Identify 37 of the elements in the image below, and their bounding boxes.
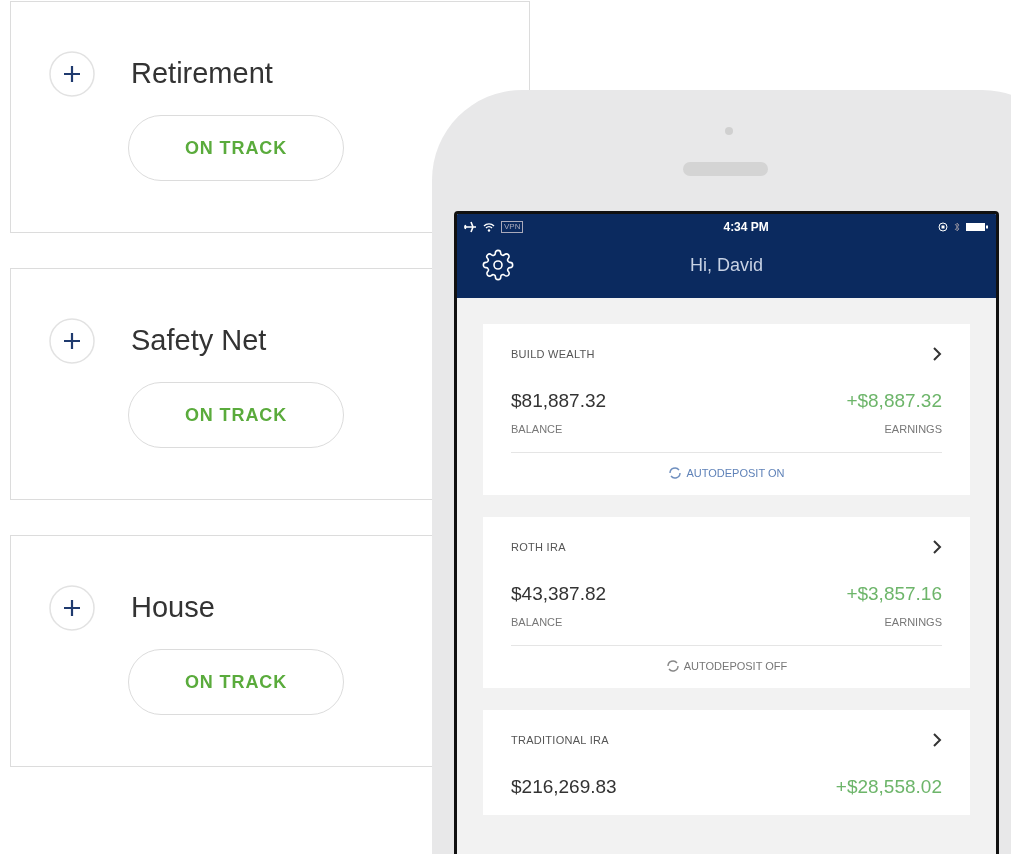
refresh-icon xyxy=(665,658,680,673)
goal-title: Safety Net xyxy=(131,323,267,359)
earnings-label: EARNINGS xyxy=(884,422,942,437)
account-name: ROTH IRA xyxy=(511,540,566,555)
refresh-icon xyxy=(668,465,683,480)
balance-label: BALANCE xyxy=(511,422,563,437)
airplane-icon xyxy=(463,221,477,233)
autodeposit-status: AUTODEPOSIT OFF xyxy=(683,658,788,674)
plus-icon[interactable] xyxy=(49,318,95,364)
balance-amount: $216,269.83 xyxy=(511,774,617,799)
autodeposit-status: AUTODEPOSIT ON xyxy=(686,465,785,481)
earnings-amount: +$28,558.02 xyxy=(835,774,942,799)
chevron-right-icon xyxy=(932,732,942,749)
account-card[interactable]: BUILD WEALTH $81,887.32 +$8,887.32 BALANCE EARNINGS AUTODEPOSIT ON xyxy=(483,324,970,495)
balance-amount: $81,887.32 xyxy=(511,388,607,413)
earnings-amount: +$3,857.16 xyxy=(846,581,942,606)
goal-title: House xyxy=(131,590,215,626)
earnings-amount: +$8,887.32 xyxy=(846,388,942,413)
chevron-right-icon xyxy=(932,346,942,363)
network-badge: VPN xyxy=(501,221,524,233)
balance-label: BALANCE xyxy=(511,615,563,630)
account-name: TRADITIONAL IRA xyxy=(511,733,609,748)
earnings-label: EARNINGS xyxy=(884,615,942,630)
account-card[interactable]: ROTH IRA $43,387.82 +$3,857.16 BALANCE EARNINGS AUTODEPOSIT OFF xyxy=(483,517,970,688)
chevron-right-icon xyxy=(932,539,942,556)
settings-icon[interactable] xyxy=(482,249,514,281)
bluetooth-icon xyxy=(954,221,960,233)
account-card[interactable]: TRADITIONAL IRA $216,269.83 +$28,558.02 xyxy=(483,710,970,815)
greeting-title: Hi, David xyxy=(690,253,763,277)
account-name: BUILD WEALTH xyxy=(511,347,595,362)
status-time: 4:34 PM xyxy=(723,219,769,236)
battery-icon xyxy=(966,222,988,232)
plus-icon[interactable] xyxy=(49,51,95,97)
plus-icon[interactable] xyxy=(49,585,95,631)
balance-amount: $43,387.82 xyxy=(511,581,607,606)
wifi-icon xyxy=(483,222,495,232)
goal-title: Retirement xyxy=(131,56,273,92)
